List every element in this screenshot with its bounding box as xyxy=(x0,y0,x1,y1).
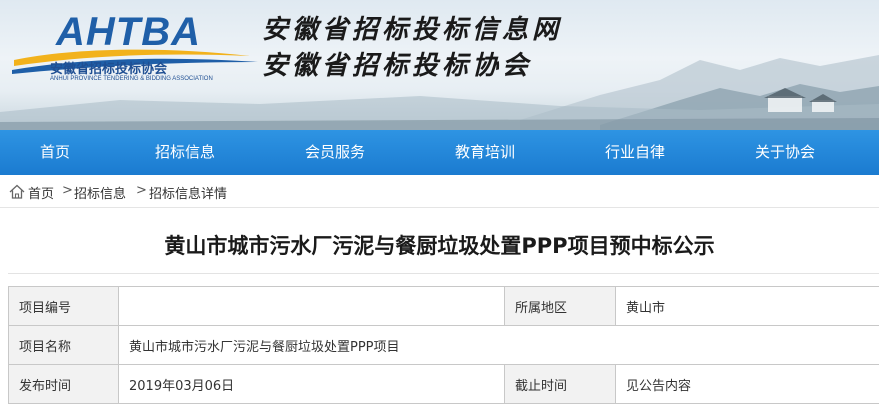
breadcrumb-current: 招标信息详情 xyxy=(149,187,228,202)
nav-item-member-services[interactable]: 会员服务 xyxy=(260,130,410,175)
deadline-label: 截止时间 xyxy=(504,364,616,404)
project-info-table: 项目编号 所属地区 黄山市 项目名称 黄山市城市污水厂污泥与餐厨垃圾处置PPP项… xyxy=(8,286,879,404)
site-title-line1: 安徽省招标投标信息网 xyxy=(262,15,563,45)
header-banner: AHTBA 安徽省招标投标协会 ANHUI PROVINCE TENDERING… xyxy=(0,0,879,130)
breadcrumb-separator: > xyxy=(136,183,147,198)
project-number-value xyxy=(118,286,505,326)
region-label: 所属地区 xyxy=(504,286,616,326)
table-row: 项目编号 所属地区 黄山市 xyxy=(8,286,879,326)
publish-time-value: 2019年03月06日 xyxy=(118,364,505,404)
page-title: 黄山市城市污水厂污泥与餐厨垃圾处置PPP项目预中标公示 xyxy=(164,234,715,258)
logo-chinese-name: 安徽省招标投标协会 xyxy=(50,62,168,77)
site-title-line2: 安徽省招标投标协会 xyxy=(262,51,533,81)
nav-item-home[interactable]: 首页 xyxy=(0,130,110,175)
publish-time-label: 发布时间 xyxy=(8,364,119,404)
title-divider xyxy=(8,273,879,274)
nav-item-bidding-info[interactable]: 招标信息 xyxy=(110,130,260,175)
table-row: 发布时间 2019年03月06日 截止时间 见公告内容 xyxy=(8,364,879,404)
breadcrumb-separator: > xyxy=(62,183,73,198)
nav-item-about[interactable]: 关于协会 xyxy=(710,130,860,175)
nav-item-self-regulation[interactable]: 行业自律 xyxy=(560,130,710,175)
breadcrumb-bidding-info[interactable]: 招标信息 xyxy=(74,183,126,202)
nav-item-training[interactable]: 教育培训 xyxy=(410,130,560,175)
table-row: 项目名称 黄山市城市污水厂污泥与餐厨垃圾处置PPP项目 xyxy=(8,325,879,365)
region-value: 黄山市 xyxy=(615,286,879,326)
logo-english-name: ANHUI PROVINCE TENDERING & BIDDING ASSOC… xyxy=(50,76,213,82)
project-name-label: 项目名称 xyxy=(8,325,119,365)
home-icon xyxy=(9,184,25,199)
breadcrumb: 首页 > 招标信息 > 招标信息详情 xyxy=(0,175,879,208)
main-nav: 首页 招标信息 会员服务 教育培训 行业自律 关于协会 xyxy=(0,130,879,175)
project-name-value: 黄山市城市污水厂污泥与餐厨垃圾处置PPP项目 xyxy=(118,325,879,365)
breadcrumb-home[interactable]: 首页 xyxy=(28,183,54,202)
deadline-value: 见公告内容 xyxy=(615,364,879,404)
project-number-label: 项目编号 xyxy=(8,286,119,326)
association-logo[interactable]: AHTBA 安徽省招标投标协会 ANHUI PROVINCE TENDERING… xyxy=(12,8,262,88)
site-title: 安徽省招标投标信息网 安徽省招标投标协会 xyxy=(262,12,562,84)
